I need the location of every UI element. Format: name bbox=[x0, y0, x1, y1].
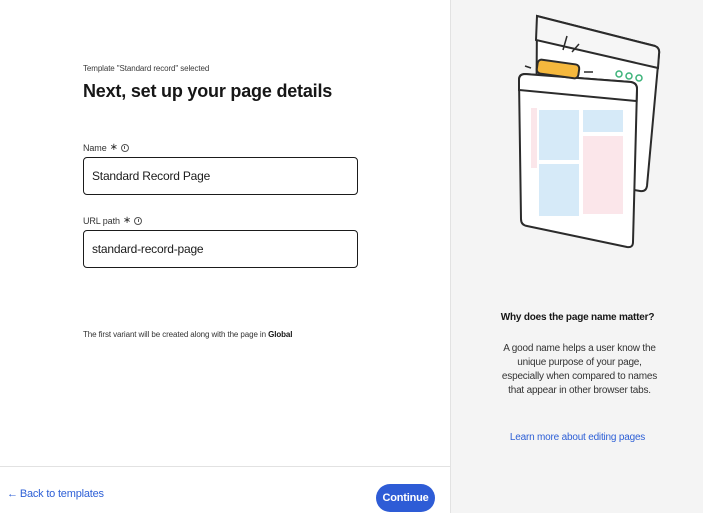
url-path-input[interactable]: standard-record-page bbox=[83, 230, 358, 268]
name-label-text: Name bbox=[83, 142, 107, 153]
arrow-left-icon: ← bbox=[7, 488, 18, 500]
variant-note-text: The first variant will be created along … bbox=[83, 330, 269, 339]
url-input-value: standard-record-page bbox=[92, 242, 204, 256]
info-description: A good name helps a user know the unique… bbox=[501, 343, 658, 396]
name-input[interactable]: Standard Record Page bbox=[83, 157, 358, 195]
template-selected-caption: Template "Standard record" selected bbox=[83, 64, 210, 73]
continue-button[interactable]: Continue bbox=[376, 484, 435, 512]
info-heading: Why does the page name matter? bbox=[500, 312, 655, 323]
browser-window-illustration bbox=[517, 14, 661, 249]
url-label-text: URL path bbox=[83, 215, 120, 226]
info-icon[interactable] bbox=[134, 216, 143, 225]
info-icon[interactable] bbox=[120, 143, 129, 152]
info-panel: Why does the page name matter? A good na… bbox=[450, 0, 703, 513]
name-field-label: Name ∗ bbox=[83, 142, 363, 153]
page-details-form: Template "Standard record" selected Next… bbox=[83, 64, 363, 268]
required-asterisk: ∗ bbox=[122, 215, 132, 226]
footer-bar: ← Back to templates Continue bbox=[0, 466, 450, 513]
front-window-shape bbox=[517, 72, 639, 249]
page-title: Next, set up your page details bbox=[83, 81, 333, 101]
name-input-value: Standard Record Page bbox=[92, 169, 211, 183]
variant-note-locale: Global bbox=[268, 330, 293, 339]
form-panel: Template "Standard record" selected Next… bbox=[0, 0, 450, 513]
learn-more-link[interactable]: Learn more about editing pages bbox=[451, 432, 703, 443]
url-field-label: URL path ∗ bbox=[83, 215, 363, 226]
required-asterisk: ∗ bbox=[109, 142, 118, 153]
back-to-templates-link[interactable]: ← Back to templates bbox=[7, 488, 104, 500]
back-link-label: Back to templates bbox=[19, 488, 104, 500]
variant-note: The first variant will be created along … bbox=[83, 330, 292, 339]
